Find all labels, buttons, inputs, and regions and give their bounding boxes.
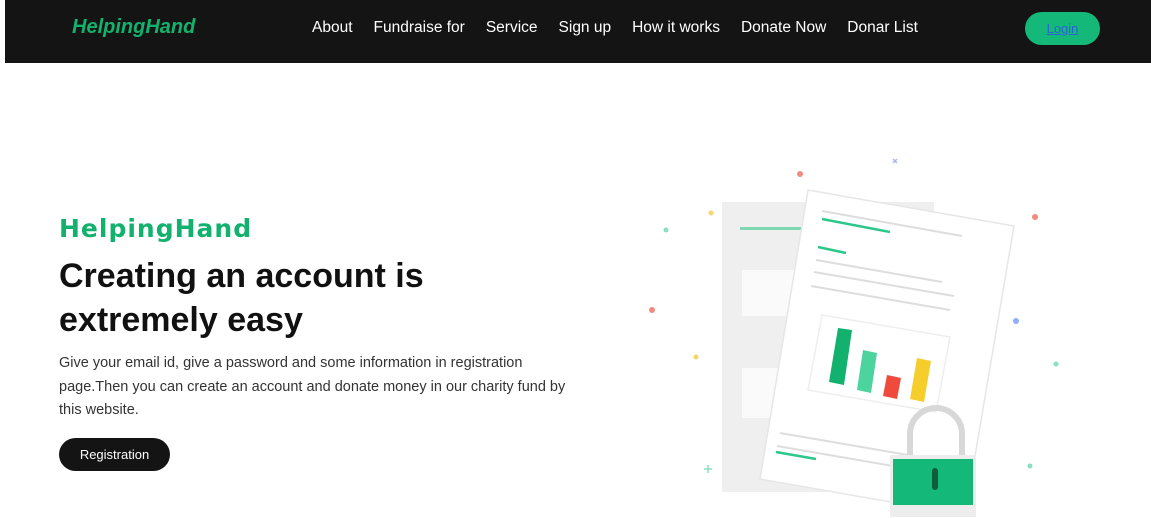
- brand-logo[interactable]: HelpingHand: [72, 16, 195, 39]
- nav-link-sign-up[interactable]: Sign up: [559, 19, 612, 37]
- nav-links: About Fundraise for Service Sign up How …: [312, 19, 939, 37]
- hero-description: Give your email id, give a password and …: [59, 355, 566, 418]
- nav-link-donar-list[interactable]: Donar List: [847, 19, 918, 37]
- nav-link-donate-now[interactable]: Donate Now: [741, 19, 826, 37]
- page: HelpingHand About Fundraise for Service …: [0, 0, 1151, 518]
- nav-link-fundraise-for[interactable]: Fundraise for: [374, 19, 465, 37]
- document-chart-lock-illustration: [649, 158, 1059, 517]
- nav-link-service[interactable]: Service: [486, 19, 538, 37]
- nav-link-how-it-works[interactable]: How it works: [632, 19, 720, 37]
- login-link[interactable]: Login: [1047, 21, 1079, 36]
- navbar: HelpingHand About Fundraise for Service …: [5, 0, 1151, 63]
- nav-link-about[interactable]: About: [312, 19, 353, 37]
- hero-brand: HelpingHand: [59, 214, 253, 243]
- login-button[interactable]: Login: [1025, 12, 1100, 45]
- hero-title: Creating an account is extremely easy: [59, 257, 424, 339]
- registration-button[interactable]: Registration: [59, 438, 170, 471]
